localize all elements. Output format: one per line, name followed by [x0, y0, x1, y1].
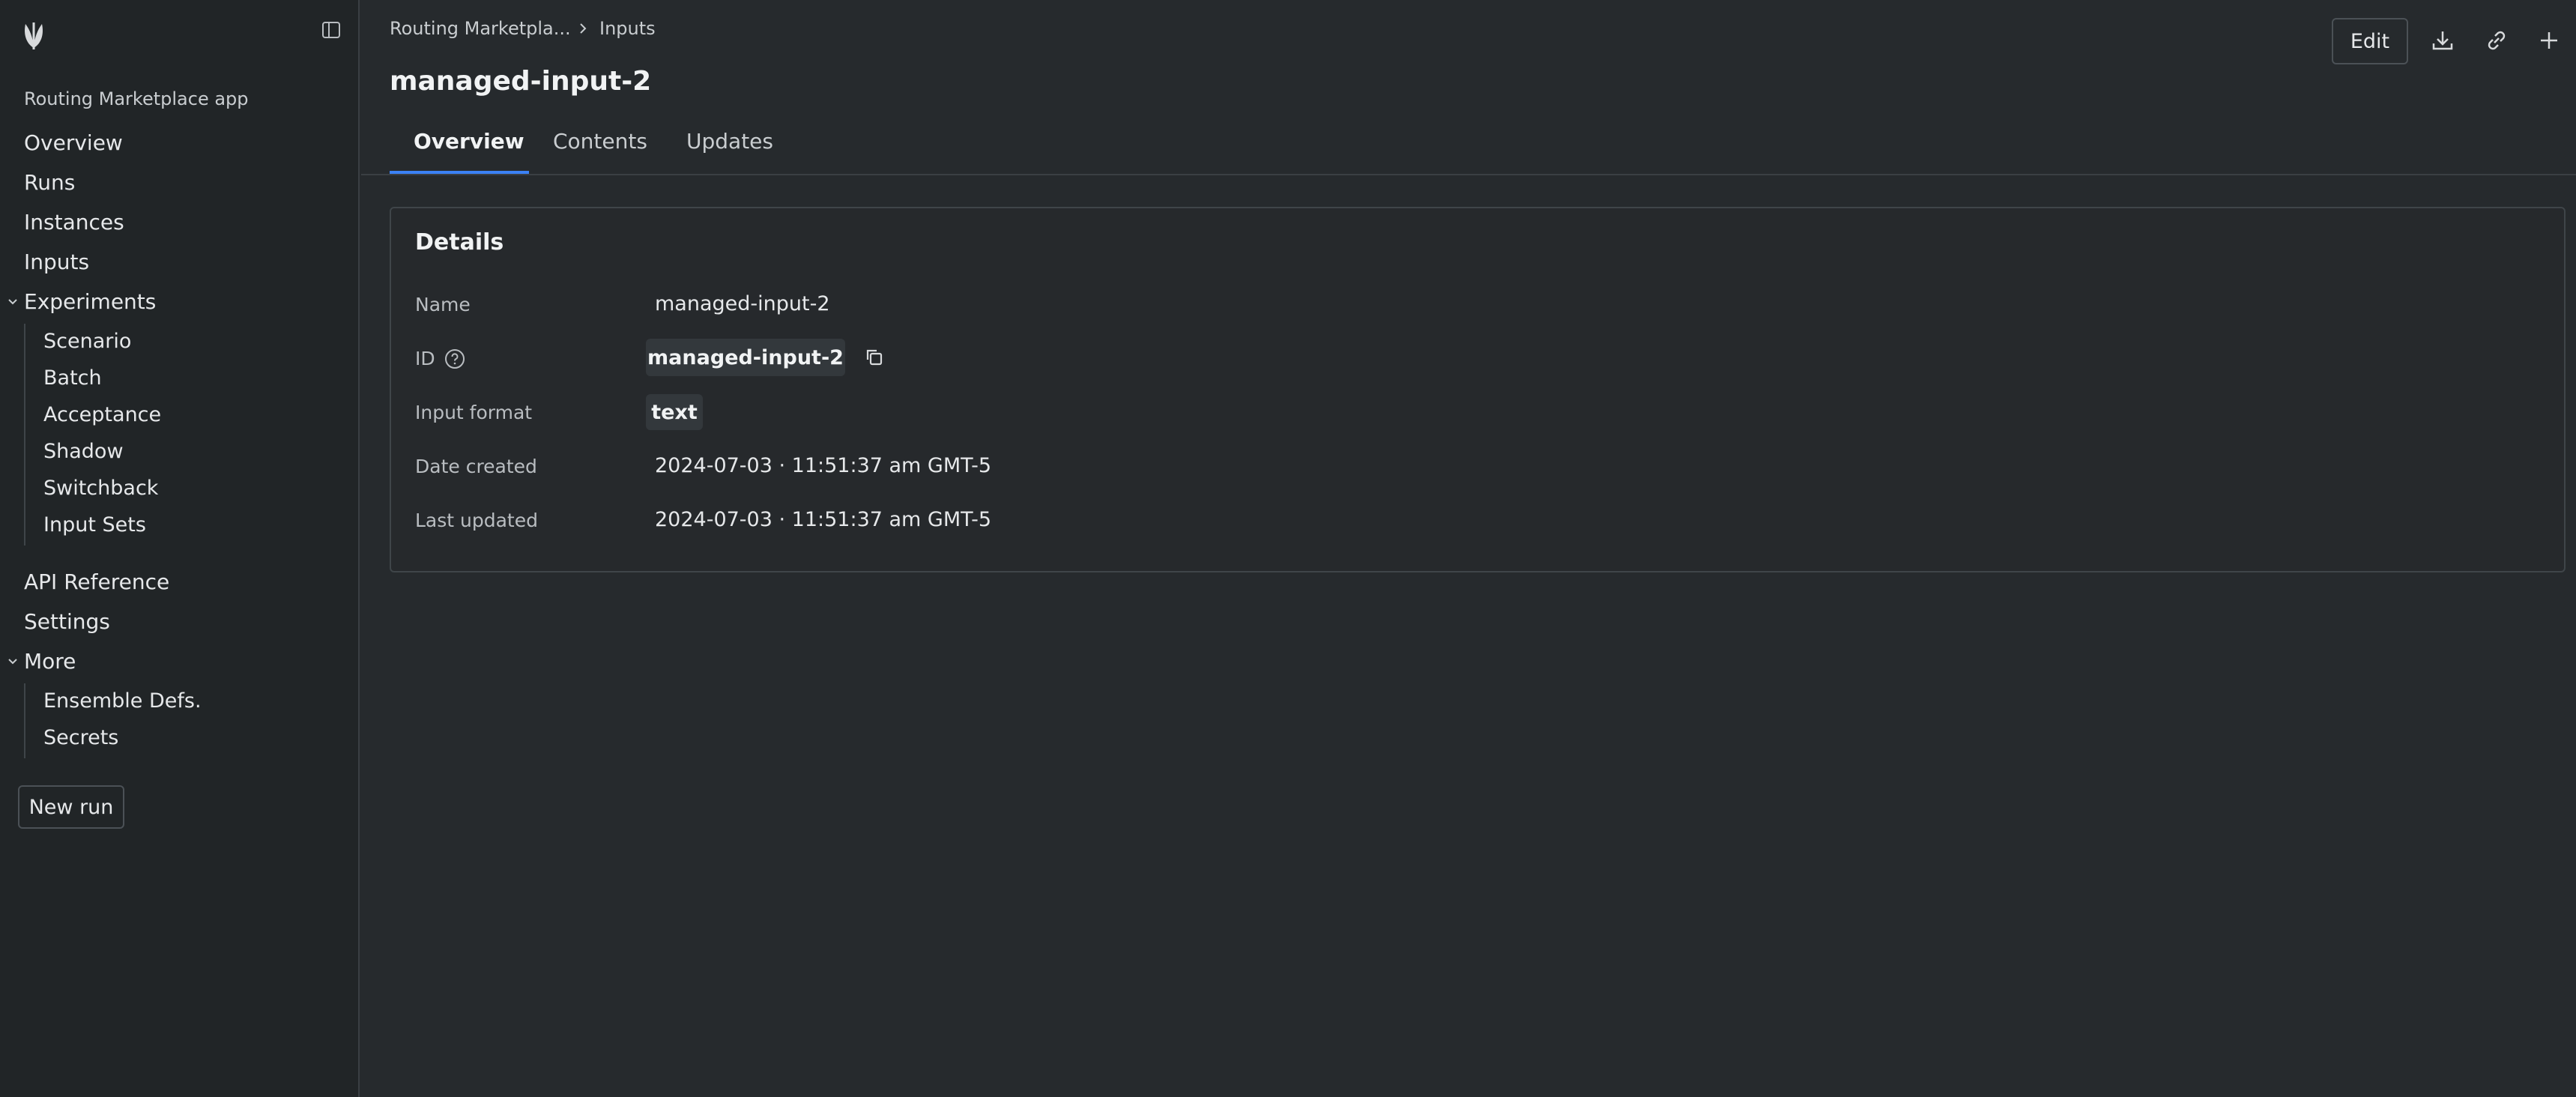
collapse-sidebar-icon[interactable] [321, 19, 342, 40]
sidebar-item-shadow[interactable]: Shadow [43, 440, 124, 463]
chevron-right-icon [580, 23, 587, 34]
sidebar-item-overview[interactable]: Overview [24, 130, 123, 155]
sidebar-item-settings[interactable]: Settings [24, 609, 110, 634]
sidebar-item-acceptance[interactable]: Acceptance [43, 403, 161, 426]
sidebar-item-experiments[interactable]: Experiments [24, 289, 156, 314]
sidebar-item-more[interactable]: More [24, 649, 76, 674]
sidebar-subgroup-line [24, 324, 25, 546]
sidebar-item-inputs[interactable]: Inputs [24, 250, 89, 274]
sidebar: Routing Marketplace app Overview Runs In… [0, 0, 360, 1097]
date-created-label: Date created [415, 456, 537, 477]
input-format-label: Input format [415, 402, 533, 423]
link-icon[interactable] [2483, 27, 2510, 54]
add-icon[interactable] [2536, 27, 2563, 54]
sidebar-item-switchback[interactable]: Switchback [43, 477, 158, 500]
input-format-value: text [646, 394, 703, 430]
tab-overview[interactable]: Overview [414, 129, 524, 154]
last-updated-label: Last updated [415, 510, 538, 531]
breadcrumb-current[interactable]: Inputs [599, 18, 656, 39]
app-logo-icon[interactable] [19, 18, 48, 51]
breadcrumb-parent[interactable]: Routing Marketpla... [390, 18, 571, 39]
chevron-down-icon[interactable] [6, 295, 19, 309]
sidebar-subgroup-line [24, 683, 25, 758]
name-value: managed-input-2 [655, 292, 830, 315]
download-icon[interactable] [2429, 27, 2456, 54]
tab-contents[interactable]: Contents [553, 129, 647, 154]
sidebar-item-input-sets[interactable]: Input Sets [43, 513, 146, 537]
tab-divider [361, 174, 2576, 175]
name-label: Name [415, 294, 471, 315]
edit-button[interactable]: Edit [2332, 18, 2408, 64]
page-title: managed-input-2 [390, 66, 652, 97]
last-updated-value: 2024-07-03 · 11:51:37 am GMT-5 [655, 508, 992, 531]
active-tab-indicator [390, 171, 529, 174]
sidebar-item-ensemble-defs[interactable]: Ensemble Defs. [43, 689, 202, 713]
sidebar-item-secrets[interactable]: Secrets [43, 726, 118, 749]
details-title: Details [415, 229, 504, 256]
tab-updates[interactable]: Updates [686, 129, 773, 154]
sidebar-item-batch[interactable]: Batch [43, 366, 102, 390]
new-run-button[interactable]: New run [18, 785, 124, 829]
sidebar-item-api-reference[interactable]: API Reference [24, 569, 169, 594]
help-icon[interactable] [444, 348, 466, 370]
sidebar-item-instances[interactable]: Instances [24, 210, 124, 235]
date-created-value: 2024-07-03 · 11:51:37 am GMT-5 [655, 454, 992, 477]
sidebar-item-runs[interactable]: Runs [24, 170, 75, 195]
sidebar-item-scenario[interactable]: Scenario [43, 330, 131, 353]
app-name: Routing Marketplace app [24, 88, 249, 109]
id-label: ID [415, 348, 435, 369]
chevron-down-icon[interactable] [6, 655, 19, 668]
id-value: managed-input-2 [646, 339, 845, 376]
copy-icon[interactable] [862, 345, 887, 370]
